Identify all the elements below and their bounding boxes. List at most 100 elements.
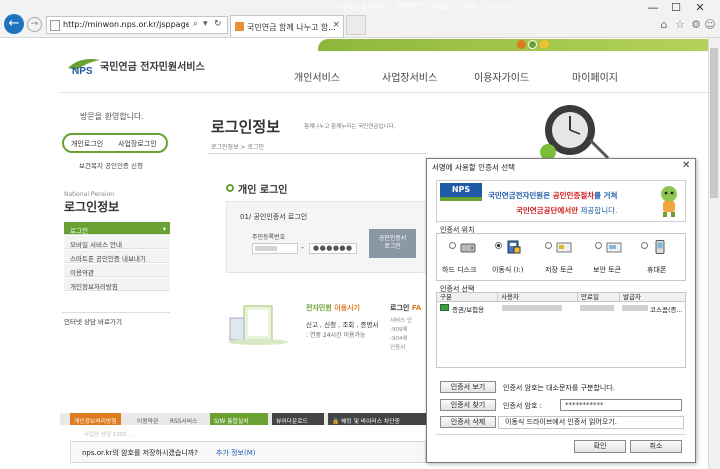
login-faq-title[interactable]: 로그인 FA: [390, 303, 421, 313]
tab-title: 국민연금 함께 나누고 함...: [247, 23, 335, 32]
loc-mobile-label[interactable]: 휴대폰: [647, 265, 666, 275]
link-chinese[interactable]: 中國語: [430, 2, 448, 11]
link-other-language[interactable]: 이업어: [460, 2, 477, 11]
footer-sw-install-link[interactable]: S/W 통합설치: [210, 413, 268, 425]
search-icon[interactable]: ⌕: [193, 19, 198, 29]
rrn-back-input[interactable]: ●●●●●●: [309, 243, 357, 254]
footer-security-status[interactable]: 🔒 해킹 및 바이러스 차단중: [328, 413, 426, 425]
personal-login-tab[interactable]: 개인로그인: [71, 139, 103, 149]
promo-title-a: 전자민원: [306, 304, 332, 312]
rrn-dash: -: [301, 243, 304, 252]
font-down-icon[interactable]: [528, 40, 537, 49]
faq-line-4: 인증서: [390, 345, 406, 351]
logo-mark-text: NPS: [72, 66, 93, 76]
loc-hard-disk-label[interactable]: 하드 디스크: [442, 265, 476, 275]
link-english[interactable]: ENGLISH: [396, 2, 422, 9]
font-reset-icon[interactable]: [540, 40, 549, 49]
radio-hard-disk[interactable]: [449, 242, 456, 249]
cancel-button[interactable]: 취소: [630, 440, 682, 453]
cert-password-input[interactable]: ***********: [560, 399, 682, 411]
cert-password-label: 인증서 암호 :: [503, 402, 543, 410]
link-font-size[interactable]: 글자크기: [487, 2, 509, 11]
col-type[interactable]: 구분: [437, 293, 497, 302]
home-icon[interactable]: ⌂: [656, 18, 672, 31]
gnb-guide[interactable]: 이용자가이드: [474, 69, 529, 84]
footer-rss-link[interactable]: RSS서비스: [166, 413, 201, 425]
cert-row-issuer[interactable]: 코스콤(증...: [650, 304, 683, 314]
star-icon[interactable]: ☆: [672, 18, 688, 31]
loc-save-token-label[interactable]: 저장 토큰: [545, 265, 573, 275]
faq-line-1: 서비스 인: [390, 318, 412, 324]
gnb-divider: [60, 92, 708, 93]
ok-button[interactable]: 확인: [574, 440, 626, 453]
hard-disk-icon[interactable]: [460, 240, 476, 254]
gnb-mypage[interactable]: 마이페이지: [572, 69, 618, 84]
view-cert-button[interactable]: 인증서 보기: [440, 381, 496, 393]
gnb-personal[interactable]: 개인서비스: [294, 69, 340, 84]
forward-arrow-icon[interactable]: →: [27, 17, 42, 32]
save-token-icon[interactable]: [556, 240, 572, 254]
back-arrow-icon[interactable]: ←: [4, 14, 24, 34]
gnb-business[interactable]: 사업장서비스: [382, 69, 437, 84]
password-save-more-link[interactable]: 추가 정보(M): [216, 448, 256, 458]
footer-terms-link[interactable]: 이용약관: [133, 413, 162, 425]
find-cert-button[interactable]: 인증서 찾기: [440, 399, 496, 411]
scrollbar-thumb[interactable]: [710, 48, 718, 198]
address-url[interactable]: http://minwon.nps.or.kr/jsppage/member: [63, 20, 189, 29]
side-item-mobile[interactable]: 모바일 서비스 안내: [64, 236, 170, 249]
password-save-question: nps.or.kr의 암호를 저장하시겠습니까?: [82, 449, 198, 457]
link-nps-home[interactable]: 국민연금 홈페이지: [338, 2, 384, 11]
side-subtitle: National Pension: [64, 191, 115, 198]
col-user[interactable]: 사용자: [497, 293, 577, 302]
business-login-tab[interactable]: 사업장로그인: [118, 139, 157, 149]
new-tab-button[interactable]: [346, 15, 366, 35]
footer-privacy-link[interactable]: 개인정보처리방침: [70, 413, 121, 425]
radio-save-token[interactable]: [545, 242, 552, 249]
footer-viewer-link[interactable]: 뷰어다운로드: [272, 413, 324, 425]
address-bar[interactable]: http://minwon.nps.or.kr/jsppage/member ⌕…: [46, 16, 228, 34]
security-token-icon[interactable]: [606, 240, 622, 254]
personal-login-title: 개인 로그인: [238, 185, 288, 196]
dialog-close-icon[interactable]: ✕: [682, 160, 690, 171]
banner-line-2a: 국민연금공단에서만: [516, 206, 579, 215]
banner-line-1b: 은: [543, 191, 553, 200]
site-logo-text[interactable]: 국민연금 전자민원서비스: [100, 58, 205, 73]
cert-login-button[interactable]: 공인인증서 로그인: [369, 229, 416, 258]
font-up-icon[interactable]: [517, 40, 526, 49]
lock-icon: 🔒: [332, 419, 342, 425]
certificate-icon: [440, 304, 449, 311]
internet-consult-link[interactable]: 인터넷 상담 바로가기: [62, 312, 170, 326]
welcome-text: 방문을 환영합니다.: [80, 112, 144, 121]
removable-disk-icon[interactable]: [505, 240, 521, 254]
banner-nps-logo-icon: NPS: [440, 183, 482, 201]
radio-mobile[interactable]: [641, 242, 648, 249]
side-item-login[interactable]: 로그인: [64, 222, 170, 235]
promo-hours: : 연중 24시간 이용가능: [306, 332, 366, 339]
dropdown-icon[interactable]: ▾: [203, 19, 208, 29]
clock-decoration-icon: [540, 105, 610, 160]
close-window-button[interactable]: ✕: [690, 1, 710, 14]
drive-info-text: 이동식 드라이브에서 인증서 읽어오기.: [498, 416, 684, 429]
mobile-phone-icon[interactable]: [652, 240, 668, 254]
tab-close-icon[interactable]: ×: [332, 20, 340, 30]
radio-security-token[interactable]: [595, 242, 602, 249]
cert-row-type[interactable]: 증권/보험용: [452, 304, 484, 314]
loc-removable-label[interactable]: 이동식 (I:): [492, 265, 523, 275]
smiley-icon[interactable]: ☺: [702, 18, 718, 31]
side-item-smartphone-cert[interactable]: 스마트폰 공인인증 내보내기: [64, 250, 170, 263]
maximize-button[interactable]: ☐: [666, 1, 686, 14]
delete-cert-button[interactable]: 인증서 삭제: [440, 416, 496, 428]
browser-tab[interactable]: 국민연금 함께 나누고 함... ×: [230, 15, 344, 37]
footer-contact-faded: 사업장 상담 1355 ...: [84, 432, 134, 438]
screen: — ☐ ✕ ← → http://minwon.nps.or.kr/jsppag…: [0, 0, 720, 469]
radio-removable[interactable]: [495, 242, 502, 249]
col-expiry[interactable]: 만료일: [577, 293, 619, 302]
col-issuer[interactable]: 발급자: [619, 293, 685, 302]
side-item-terms[interactable]: 이용약관: [64, 264, 170, 277]
minimize-button[interactable]: —: [643, 1, 663, 14]
refresh-icon[interactable]: ↻: [214, 19, 222, 29]
side-item-privacy[interactable]: 개인정보처리방침: [64, 278, 170, 291]
site-favicon-icon: [235, 22, 244, 31]
cert-apply-link[interactable]: 보건복지 공인인증 신청: [79, 160, 143, 170]
loc-security-token-label[interactable]: 보안 토큰: [593, 265, 621, 275]
